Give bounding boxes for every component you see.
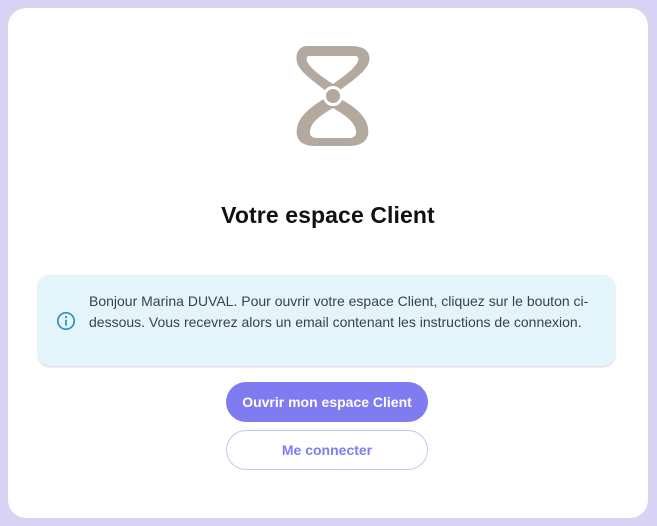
info-icon [56,311,76,331]
open-client-space-button[interactable]: Ouvrir mon espace Client [226,382,428,422]
login-card: Votre espace Client Bonjour Marina DUVAL… [8,8,648,518]
info-message-text: Bonjour Marina DUVAL. Pour ouvrir votre … [89,293,589,330]
brand-logo-icon [293,40,373,148]
login-button[interactable]: Me connecter [226,430,428,470]
page-title: Votre espace Client [221,202,435,228]
info-message-box: Bonjour Marina DUVAL. Pour ouvrir votre … [38,275,615,366]
